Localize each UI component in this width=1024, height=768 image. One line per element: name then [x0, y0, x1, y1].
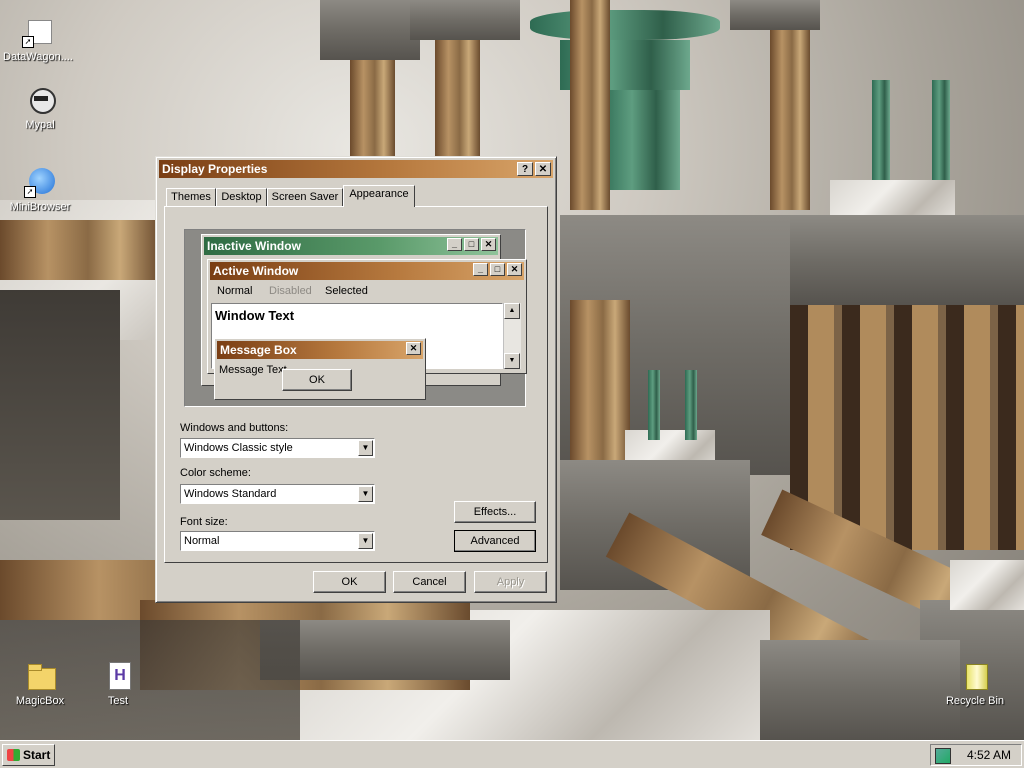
- raccoon-icon: [24, 84, 56, 116]
- font-size-label: Font size:: [180, 516, 228, 528]
- font-size-select[interactable]: Normal ▼: [180, 531, 375, 551]
- tab-label: Screen Saver: [271, 191, 339, 203]
- appearance-panel: Inactive Window _ □ ✕ Active Window _ □ …: [164, 206, 548, 563]
- close-icon: ✕: [481, 238, 496, 251]
- font-size-value: Normal: [184, 535, 220, 547]
- cancel-button[interactable]: Cancel: [393, 571, 466, 593]
- desktop-icon-label: MiniBrowser: [9, 201, 71, 213]
- apply-button[interactable]: Apply: [474, 571, 547, 593]
- shortcut-arrow-icon: ➚: [22, 36, 34, 48]
- desktop-icon-label: DataWagon....: [3, 51, 73, 63]
- ok-button[interactable]: OK: [313, 571, 386, 593]
- preview-menu-bar: Normal Disabled Selected: [211, 283, 521, 300]
- color-scheme-select[interactable]: Windows Standard ▼: [180, 484, 375, 504]
- recycle-bin-icon: [959, 660, 991, 692]
- windows-and-buttons-label: Windows and buttons:: [180, 422, 289, 434]
- tab-appearance[interactable]: Appearance: [343, 185, 415, 207]
- preview-menu-disabled: Disabled: [269, 285, 312, 297]
- preview-window-text: Window Text: [215, 308, 295, 323]
- preview-message-text: Message Text: [219, 364, 287, 376]
- chevron-down-icon[interactable]: ▼: [358, 533, 373, 549]
- windows-and-buttons-select[interactable]: Windows Classic style ▼: [180, 438, 375, 458]
- desktop-icon-label: Mypal: [25, 119, 55, 131]
- appearance-preview: Inactive Window _ □ ✕ Active Window _ □ …: [184, 229, 527, 407]
- document-h-icon: H: [102, 660, 134, 692]
- shortcut-icon: ➚: [22, 16, 54, 48]
- tab-label: Themes: [171, 191, 211, 203]
- preview-menu-normal: Normal: [217, 285, 253, 297]
- preview-menu-selected: Selected: [325, 285, 368, 297]
- start-button[interactable]: Start: [2, 744, 55, 766]
- chevron-down-icon[interactable]: ▼: [358, 486, 373, 502]
- help-button[interactable]: ?: [517, 162, 533, 176]
- tab-themes[interactable]: Themes: [166, 188, 216, 206]
- preview-message-box-title: Message Box: [217, 341, 423, 359]
- close-button[interactable]: ✕: [535, 162, 551, 176]
- windows-and-buttons-value: Windows Classic style: [184, 442, 293, 454]
- close-icon: ✕: [538, 164, 548, 175]
- close-icon: ✕: [507, 263, 522, 276]
- browser-icon: ➚: [24, 166, 56, 198]
- taskbar: Start 4:52 AM: [0, 740, 1024, 768]
- preview-message-box: Message Box ✕ Message Text OK: [214, 338, 426, 400]
- shortcut-arrow-icon: ➚: [24, 186, 36, 198]
- title-bar[interactable]: Display Properties ? ✕: [159, 160, 553, 178]
- display-properties-window: Display Properties ? ✕ Themes Desktop Sc…: [155, 156, 557, 603]
- desktop-icon-minibrowser[interactable]: ➚ MiniBrowser: [2, 166, 78, 213]
- desktop-icon-label: MagicBox: [15, 695, 65, 707]
- desktop-icon-label: Test: [107, 695, 129, 707]
- color-scheme-label: Color scheme:: [180, 467, 251, 479]
- desktop-icon-recycle-bin[interactable]: Recycle Bin: [937, 660, 1013, 707]
- desktop-icon-magicbox[interactable]: MagicBox: [2, 660, 78, 707]
- system-tray: 4:52 AM: [930, 744, 1022, 766]
- maximize-icon: □: [490, 263, 505, 276]
- windows-logo-icon: [7, 749, 20, 761]
- tab-screen-saver[interactable]: Screen Saver: [267, 188, 343, 206]
- minimize-icon: _: [473, 263, 488, 276]
- help-icon: ?: [521, 164, 529, 175]
- tab-desktop[interactable]: Desktop: [216, 188, 267, 206]
- color-scheme-value: Windows Standard: [184, 488, 277, 500]
- start-label: Start: [23, 748, 51, 762]
- desktop-icon-label: Recycle Bin: [945, 695, 1005, 707]
- chevron-down-icon[interactable]: ▼: [358, 440, 373, 456]
- window-title: Display Properties: [162, 162, 268, 176]
- tab-label: Desktop: [221, 191, 262, 203]
- folder-icon: [24, 660, 56, 692]
- scroll-up-icon: ▲: [504, 303, 520, 319]
- maximize-icon: □: [464, 238, 479, 251]
- preview-ok-button: OK: [282, 369, 352, 391]
- network-icon[interactable]: [935, 748, 951, 764]
- desktop-icon-mypal[interactable]: Mypal: [2, 84, 78, 131]
- preview-scrollbar: ▲ ▼: [503, 303, 521, 369]
- effects-button[interactable]: Effects...: [454, 501, 536, 523]
- clock[interactable]: 4:52 AM: [967, 748, 1011, 762]
- desktop-icon-datawagon[interactable]: ➚ DataWagon....: [0, 16, 76, 63]
- minimize-icon: _: [447, 238, 462, 251]
- close-icon: ✕: [406, 342, 421, 355]
- advanced-button[interactable]: Advanced: [454, 530, 536, 552]
- scroll-down-icon: ▼: [504, 353, 520, 369]
- desktop-icon-test[interactable]: H Test: [80, 660, 156, 707]
- tab-label: Appearance: [349, 188, 409, 200]
